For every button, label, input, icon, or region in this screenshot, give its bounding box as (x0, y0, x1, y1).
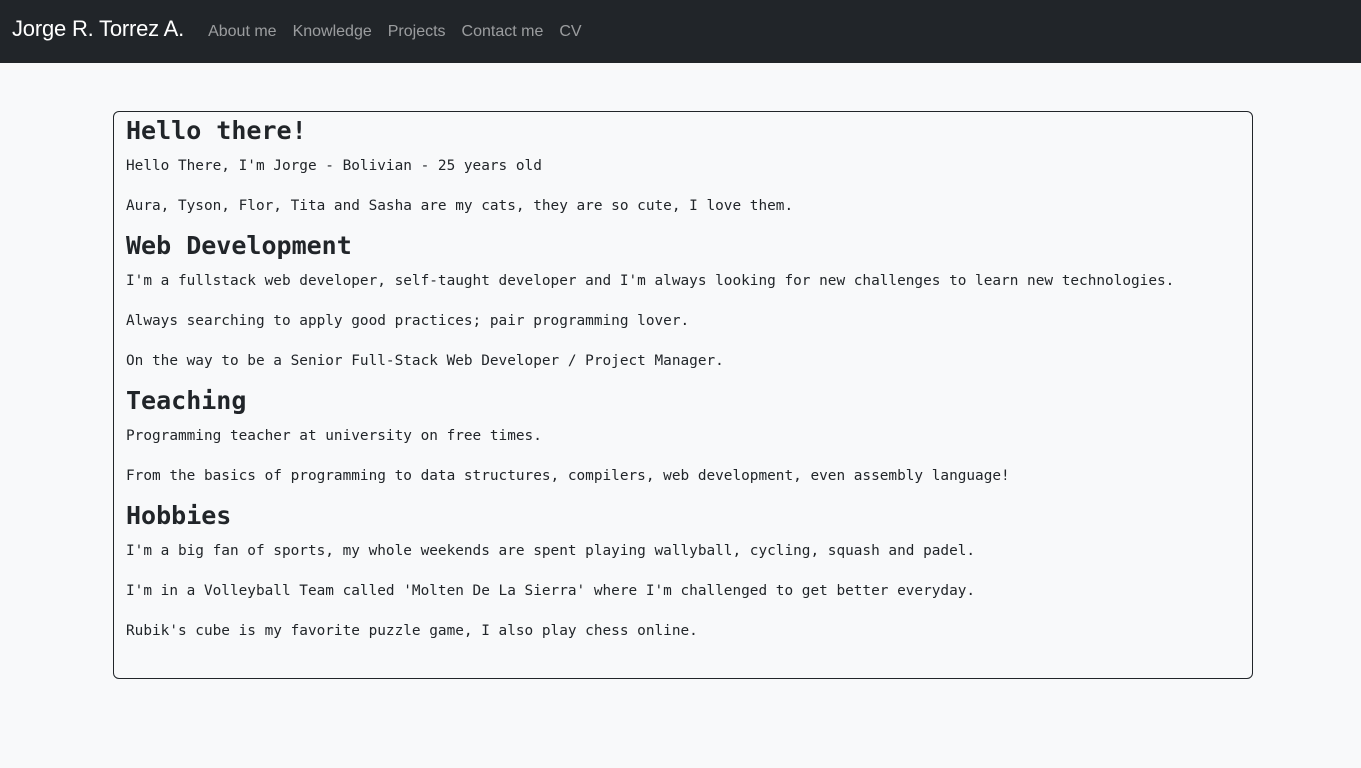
section-paragraph: Aura, Tyson, Flor, Tita and Sasha are my… (126, 198, 794, 214)
section-heading: Hello there! (126, 116, 307, 145)
section-paragraph: Rubik's cube is my favorite puzzle game,… (126, 623, 698, 639)
section-hobbies: Hobbies I'm a big fan of sports, my whol… (126, 501, 1240, 643)
section-paragraph: Always searching to apply good practices… (126, 313, 690, 329)
section-paragraph: Programming teacher at university on fre… (126, 428, 542, 444)
section-paragraph: I'm a fullstack web developer, self-taug… (126, 273, 1175, 289)
nav-link-contact-me[interactable]: Contact me (462, 23, 544, 41)
nav-links: About me Knowledge Projects Contact me C… (208, 23, 598, 41)
section-web-development: Web Development I'm a fullstack web deve… (126, 231, 1240, 373)
section-heading: Web Development (126, 231, 352, 260)
section-paragraph: I'm in a Volleyball Team called 'Molten … (126, 583, 976, 599)
nav-link-projects[interactable]: Projects (388, 23, 446, 41)
nav-link-about-me[interactable]: About me (208, 23, 276, 41)
nav-link-cv[interactable]: CV (559, 23, 581, 41)
top-navbar: Jorge R. Torrez A. About me Knowledge Pr… (0, 0, 1361, 63)
section-paragraph: From the basics of programming to data s… (126, 468, 1010, 484)
nav-link-knowledge[interactable]: Knowledge (293, 23, 372, 41)
section-hello: Hello there! Hello There, I'm Jorge - Bo… (126, 116, 1240, 218)
section-teaching: Teaching Programming teacher at universi… (126, 386, 1240, 488)
brand-link[interactable]: Jorge R. Torrez A. (12, 16, 184, 42)
section-paragraph: On the way to be a Senior Full-Stack Web… (126, 353, 724, 369)
section-paragraph: I'm a big fan of sports, my whole weeken… (126, 543, 976, 559)
section-heading: Hobbies (126, 501, 232, 530)
section-paragraph: Hello There, I'm Jorge - Bolivian - 25 y… (126, 158, 542, 174)
about-card: Hello there! Hello There, I'm Jorge - Bo… (113, 111, 1253, 679)
section-heading: Teaching (126, 386, 247, 415)
